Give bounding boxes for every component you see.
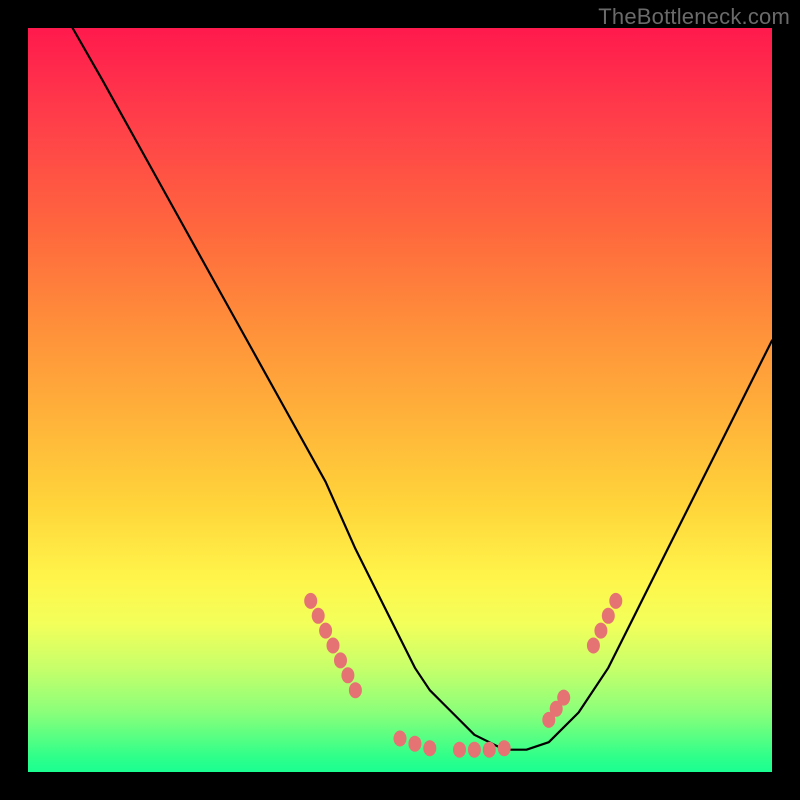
highlight-dot bbox=[483, 742, 496, 758]
highlight-dot bbox=[408, 736, 421, 752]
highlight-dot bbox=[594, 623, 607, 639]
highlight-dot bbox=[334, 652, 347, 668]
highlight-dot bbox=[602, 608, 615, 624]
highlight-dot bbox=[327, 638, 340, 654]
chart-svg bbox=[28, 28, 772, 772]
plot-area bbox=[28, 28, 772, 772]
highlight-dot bbox=[394, 731, 407, 747]
highlight-dot bbox=[312, 608, 325, 624]
highlight-dot bbox=[304, 593, 317, 609]
highlight-dot bbox=[557, 690, 570, 706]
highlight-dot bbox=[423, 740, 436, 756]
highlight-dot bbox=[453, 742, 466, 758]
highlight-dot bbox=[609, 593, 622, 609]
chart-frame: TheBottleneck.com bbox=[0, 0, 800, 800]
highlight-dot bbox=[349, 682, 362, 698]
highlight-dot bbox=[498, 740, 511, 756]
highlight-dot bbox=[319, 623, 332, 639]
highlight-dot bbox=[341, 667, 354, 683]
curve-line bbox=[73, 28, 772, 750]
highlight-markers bbox=[304, 593, 622, 758]
highlight-dot bbox=[468, 742, 481, 758]
highlight-dot bbox=[587, 638, 600, 654]
watermark-text: TheBottleneck.com bbox=[598, 4, 790, 30]
